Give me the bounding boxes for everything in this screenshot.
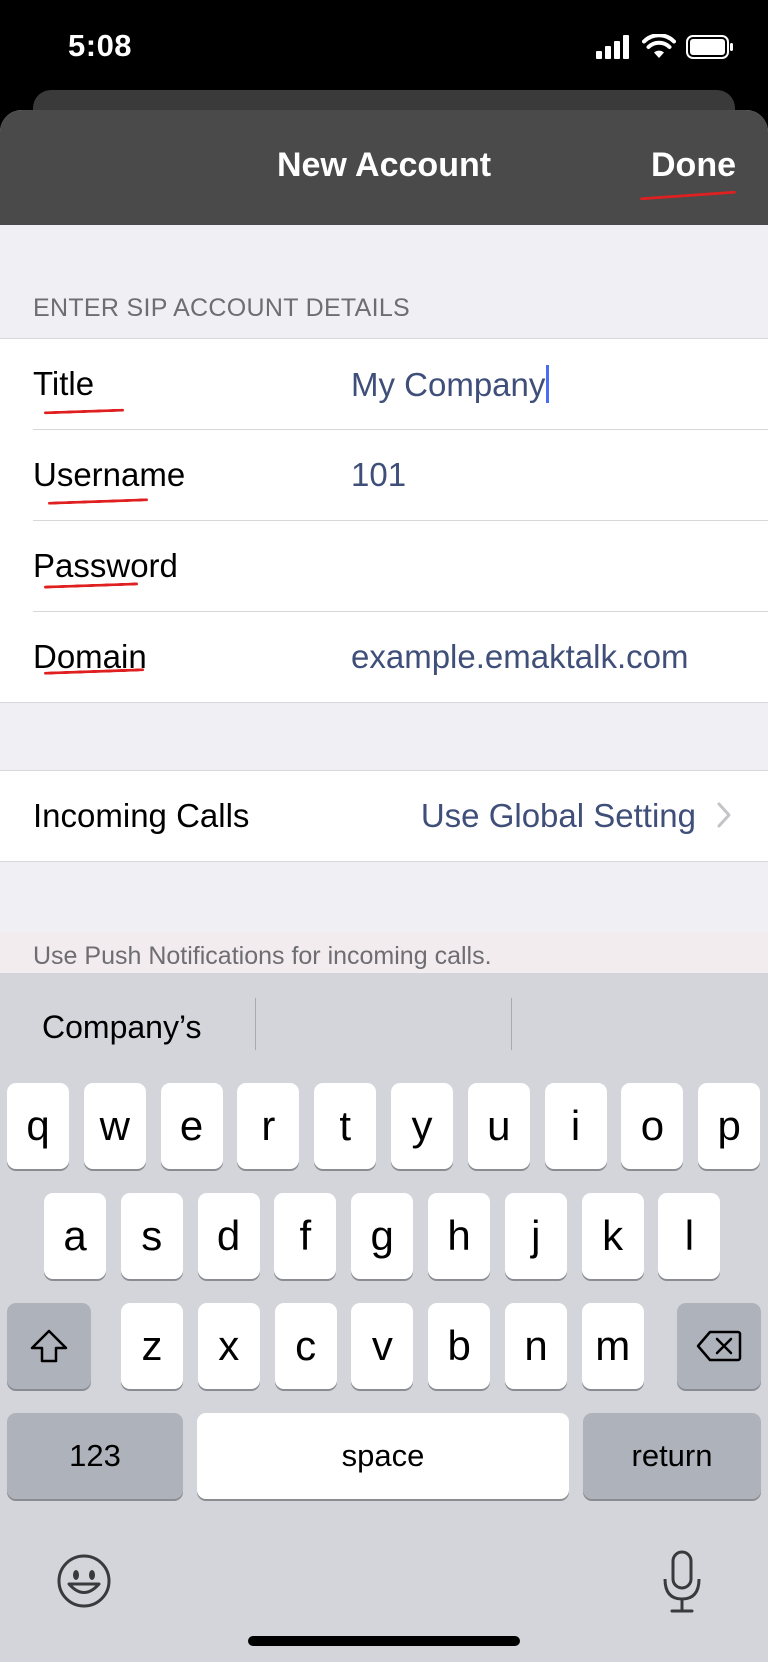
suggestion-divider	[511, 998, 512, 1050]
cellular-signal-icon	[596, 35, 629, 59]
home-indicator	[248, 1636, 520, 1646]
numbers-key[interactable]: 123	[7, 1413, 183, 1499]
key-m[interactable]: m	[581, 1303, 644, 1389]
delete-key[interactable]	[677, 1303, 761, 1389]
key-n[interactable]: n	[505, 1303, 567, 1389]
password-row[interactable]: Password	[33, 520, 768, 611]
username-label: Username	[33, 456, 186, 493]
sip-account-form: Title My Company Username 101 Password D…	[0, 338, 768, 703]
status-bar: 5:08	[0, 0, 768, 100]
wifi-icon	[642, 34, 676, 58]
incoming-calls-label: Incoming Calls	[33, 797, 250, 834]
emoji-icon[interactable]	[56, 1553, 112, 1609]
key-l[interactable]: l	[658, 1193, 721, 1279]
suggestion-1[interactable]: Company’s	[42, 1009, 201, 1046]
key-k[interactable]: k	[581, 1193, 644, 1279]
key-c[interactable]: c	[274, 1303, 337, 1389]
push-notifications-hint: Use Push Notifications for incoming call…	[33, 942, 492, 970]
key-d[interactable]: d	[197, 1193, 260, 1279]
microphone-icon[interactable]	[660, 1549, 704, 1615]
predictive-bar: Company’s	[0, 973, 768, 1083]
key-g[interactable]: g	[351, 1193, 414, 1279]
delete-icon	[696, 1330, 742, 1362]
key-t[interactable]: t	[314, 1083, 377, 1169]
incoming-calls-value: Use Global Setting	[420, 797, 696, 834]
shift-key[interactable]	[7, 1303, 91, 1389]
title-input[interactable]: My Company	[351, 365, 550, 404]
key-x[interactable]: x	[197, 1303, 260, 1389]
chevron-right-icon	[717, 802, 731, 828]
key-r[interactable]: r	[237, 1083, 300, 1169]
status-icons	[596, 34, 734, 60]
domain-input[interactable]: example.emaktalk.com	[351, 638, 688, 676]
shift-icon	[30, 1329, 68, 1363]
key-i[interactable]: i	[544, 1083, 607, 1169]
section-header: ENTER SIP ACCOUNT DETAILS	[33, 294, 411, 322]
status-time: 5:08	[68, 28, 133, 63]
key-w[interactable]: w	[83, 1083, 146, 1169]
key-s[interactable]: s	[120, 1193, 183, 1279]
key-j[interactable]: j	[504, 1193, 567, 1279]
key-p[interactable]: p	[698, 1083, 761, 1169]
domain-row[interactable]: Domain example.emaktalk.com	[33, 611, 768, 702]
suggestion-divider	[255, 998, 256, 1050]
username-row[interactable]: Username 101	[33, 429, 768, 520]
return-key[interactable]: return	[583, 1413, 761, 1499]
key-e[interactable]: e	[160, 1083, 223, 1169]
keyboard: Company’s qwertyuiop asdfghjkl zxcvbnm 123…	[0, 973, 768, 1662]
key-f[interactable]: f	[274, 1193, 337, 1279]
key-y[interactable]: y	[391, 1083, 453, 1169]
done-button[interactable]: Done	[651, 146, 736, 185]
key-a[interactable]: a	[44, 1193, 106, 1279]
key-h[interactable]: h	[428, 1193, 490, 1279]
incoming-calls-row[interactable]: Incoming Calls Use Global Setting	[0, 771, 768, 861]
title-input-value: My Company	[351, 366, 546, 403]
title-row[interactable]: Title My Company	[0, 339, 768, 429]
username-input[interactable]: 101	[351, 456, 406, 494]
key-u[interactable]: u	[467, 1083, 530, 1169]
key-o[interactable]: o	[621, 1083, 684, 1169]
navigation-bar: New Account Done	[0, 110, 768, 225]
key-b[interactable]: b	[428, 1303, 491, 1389]
title-label: Title	[33, 365, 95, 402]
battery-icon	[686, 35, 733, 59]
key-z[interactable]: z	[121, 1303, 183, 1389]
space-key[interactable]: space	[197, 1413, 569, 1499]
password-label: Password	[33, 547, 178, 584]
key-q[interactable]: q	[7, 1083, 69, 1169]
text-cursor	[546, 365, 550, 403]
key-v[interactable]: v	[351, 1303, 414, 1389]
incoming-calls-group: Incoming Calls Use Global Setting	[0, 770, 768, 862]
